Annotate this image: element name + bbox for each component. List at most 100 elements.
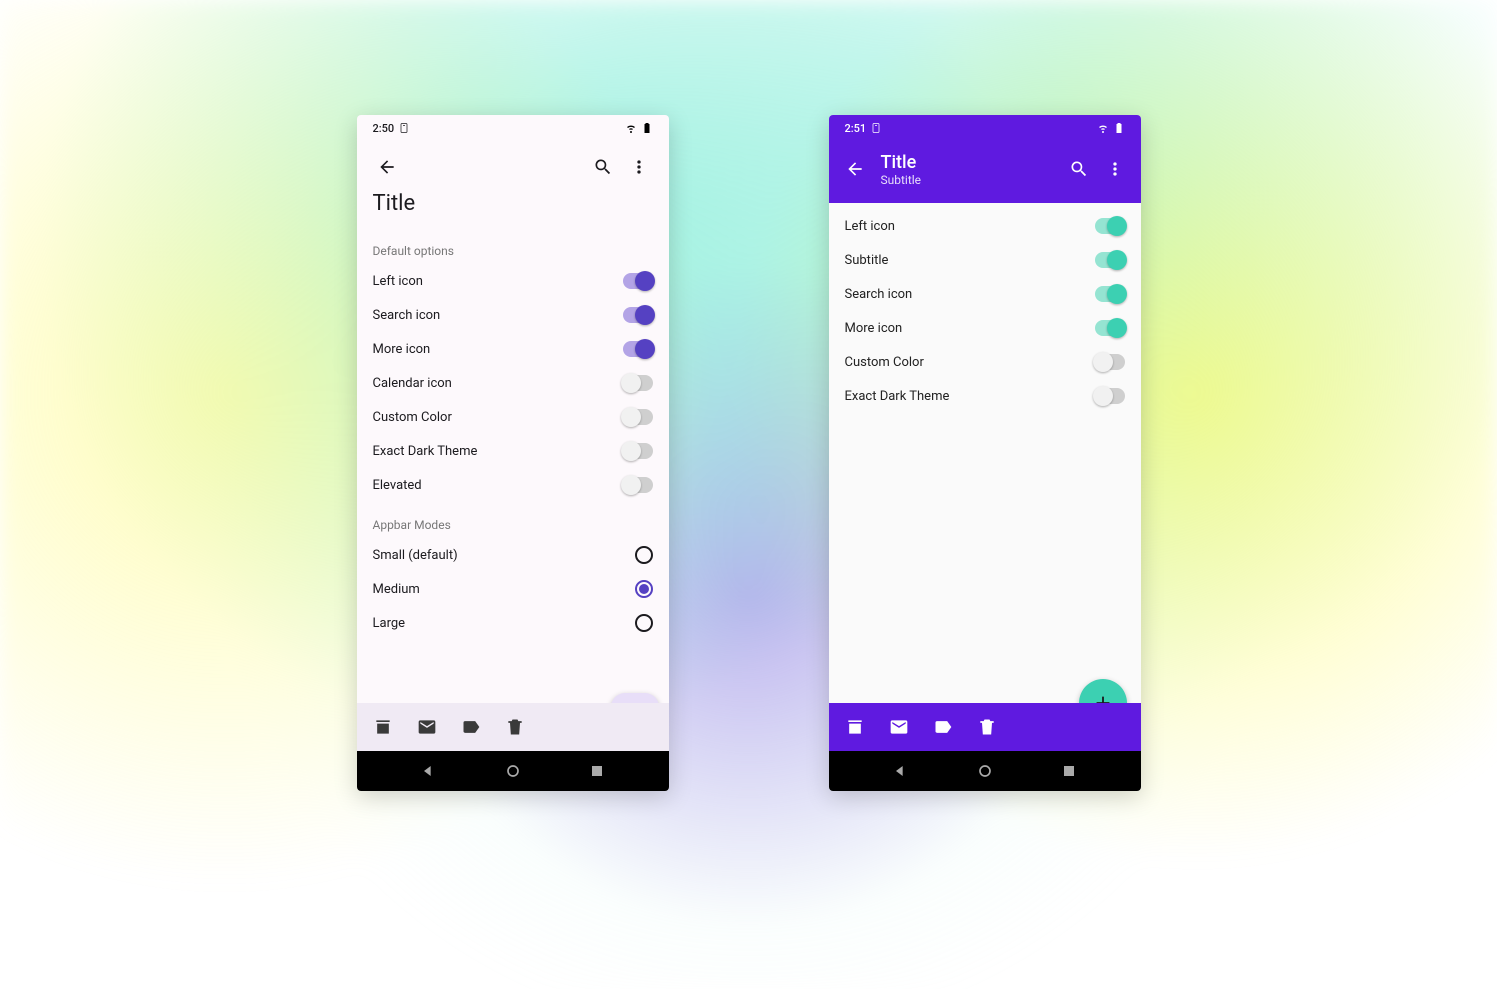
option-label: Calendar icon [373,376,452,391]
status-time: 2:50 [373,122,395,135]
switch-toggle[interactable] [623,477,653,493]
phone-right: 2:51 Title Subtitle [829,115,1141,791]
radio-button[interactable] [635,614,653,632]
option-label: Exact Dark Theme [373,444,478,459]
archive-button[interactable] [367,711,399,743]
option-label: Custom Color [845,355,924,370]
archive-button[interactable] [839,711,871,743]
search-icon [593,157,613,177]
option-row[interactable]: Search icon [373,298,653,332]
option-label: Exact Dark Theme [845,389,950,404]
more-vert-icon [629,157,649,177]
search-button[interactable] [585,149,621,185]
switch-toggle[interactable] [623,273,653,289]
switch-toggle[interactable] [1095,252,1125,268]
option-row[interactable]: Custom Color [845,345,1125,379]
switch-toggle[interactable] [1095,320,1125,336]
bottom-app-bar [829,703,1141,751]
status-bar: 2:51 [829,115,1141,141]
option-row[interactable]: Subtitle [845,243,1125,277]
archive-icon [373,717,393,737]
arrow-back-icon [845,159,865,179]
bottom-app-bar [357,703,669,751]
wifi-icon [625,122,637,134]
mode-label: Small (default) [373,548,458,563]
more-button[interactable] [621,149,657,185]
switch-toggle[interactable] [623,443,653,459]
label-icon [933,717,953,737]
search-button[interactable] [1061,151,1097,187]
option-label: Elevated [373,478,422,493]
nav-home[interactable] [503,761,523,781]
option-row[interactable]: Calendar icon [373,366,653,400]
mode-row[interactable]: Medium [373,572,653,606]
radio-button[interactable] [635,580,653,598]
search-icon [1069,159,1089,179]
nav-home[interactable] [975,761,995,781]
nav-back[interactable] [419,761,439,781]
option-row[interactable]: Custom Color [373,400,653,434]
delete-button[interactable] [499,711,531,743]
label-button[interactable] [927,711,959,743]
options-scroll[interactable]: Default options Left iconSearch iconMore… [357,228,669,703]
appbar-title: Title [369,187,657,216]
battery-icon [641,122,653,134]
app-bar: Title [357,141,669,228]
back-button[interactable] [369,149,405,185]
switch-toggle[interactable] [623,307,653,323]
radio-button[interactable] [635,546,653,564]
back-button[interactable] [837,151,873,187]
arrow-back-icon [377,157,397,177]
option-row[interactable]: Search icon [845,277,1125,311]
android-nav-bar [357,751,669,791]
option-label: Search icon [373,308,441,323]
switch-toggle[interactable] [1095,354,1125,370]
appbar-subtitle: Subtitle [881,173,1061,187]
section-appbar-modes: Appbar Modes [373,518,653,532]
mail-icon [417,717,437,737]
option-label: More icon [845,321,903,336]
option-row[interactable]: More icon [845,311,1125,345]
delete-button[interactable] [971,711,1003,743]
option-label: Search icon [845,287,913,302]
box-icon [870,122,882,134]
switch-toggle[interactable] [623,375,653,391]
options-scroll[interactable]: Left icon Subtitle Search icon More icon Cus… [829,203,1141,703]
option-label: Left icon [845,219,895,234]
option-row[interactable]: Left icon [373,264,653,298]
option-row[interactable]: Exact Dark Theme [845,379,1125,413]
option-label: Custom Color [373,410,452,425]
switch-toggle[interactable] [1095,218,1125,234]
option-row[interactable]: More icon [373,332,653,366]
mail-button[interactable] [883,711,915,743]
switch-toggle[interactable] [623,341,653,357]
nav-recent[interactable] [587,761,607,781]
archive-icon [845,717,865,737]
android-nav-bar [829,751,1141,791]
mail-button[interactable] [411,711,443,743]
app-bar: Title Subtitle [829,141,1141,203]
option-label: More icon [373,342,431,357]
option-row[interactable]: Left icon [845,209,1125,243]
status-bar: 2:50 [357,115,669,141]
delete-icon [977,717,997,737]
nav-back[interactable] [891,761,911,781]
switch-toggle[interactable] [623,409,653,425]
switch-toggle[interactable] [1095,388,1125,404]
mode-row[interactable]: Large [373,606,653,640]
mode-label: Large [373,616,406,631]
more-button[interactable] [1097,151,1133,187]
option-row[interactable]: Elevated [373,468,653,502]
switch-toggle[interactable] [1095,286,1125,302]
mode-row[interactable]: Small (default) [373,538,653,572]
label-button[interactable] [455,711,487,743]
delete-icon [505,717,525,737]
appbar-title: Title [881,152,1061,173]
mode-label: Medium [373,582,420,597]
nav-recent[interactable] [1059,761,1079,781]
box-icon [398,122,410,134]
phone-left: 2:50 [357,115,669,791]
mail-icon [889,717,909,737]
wifi-icon [1097,122,1109,134]
option-row[interactable]: Exact Dark Theme [373,434,653,468]
